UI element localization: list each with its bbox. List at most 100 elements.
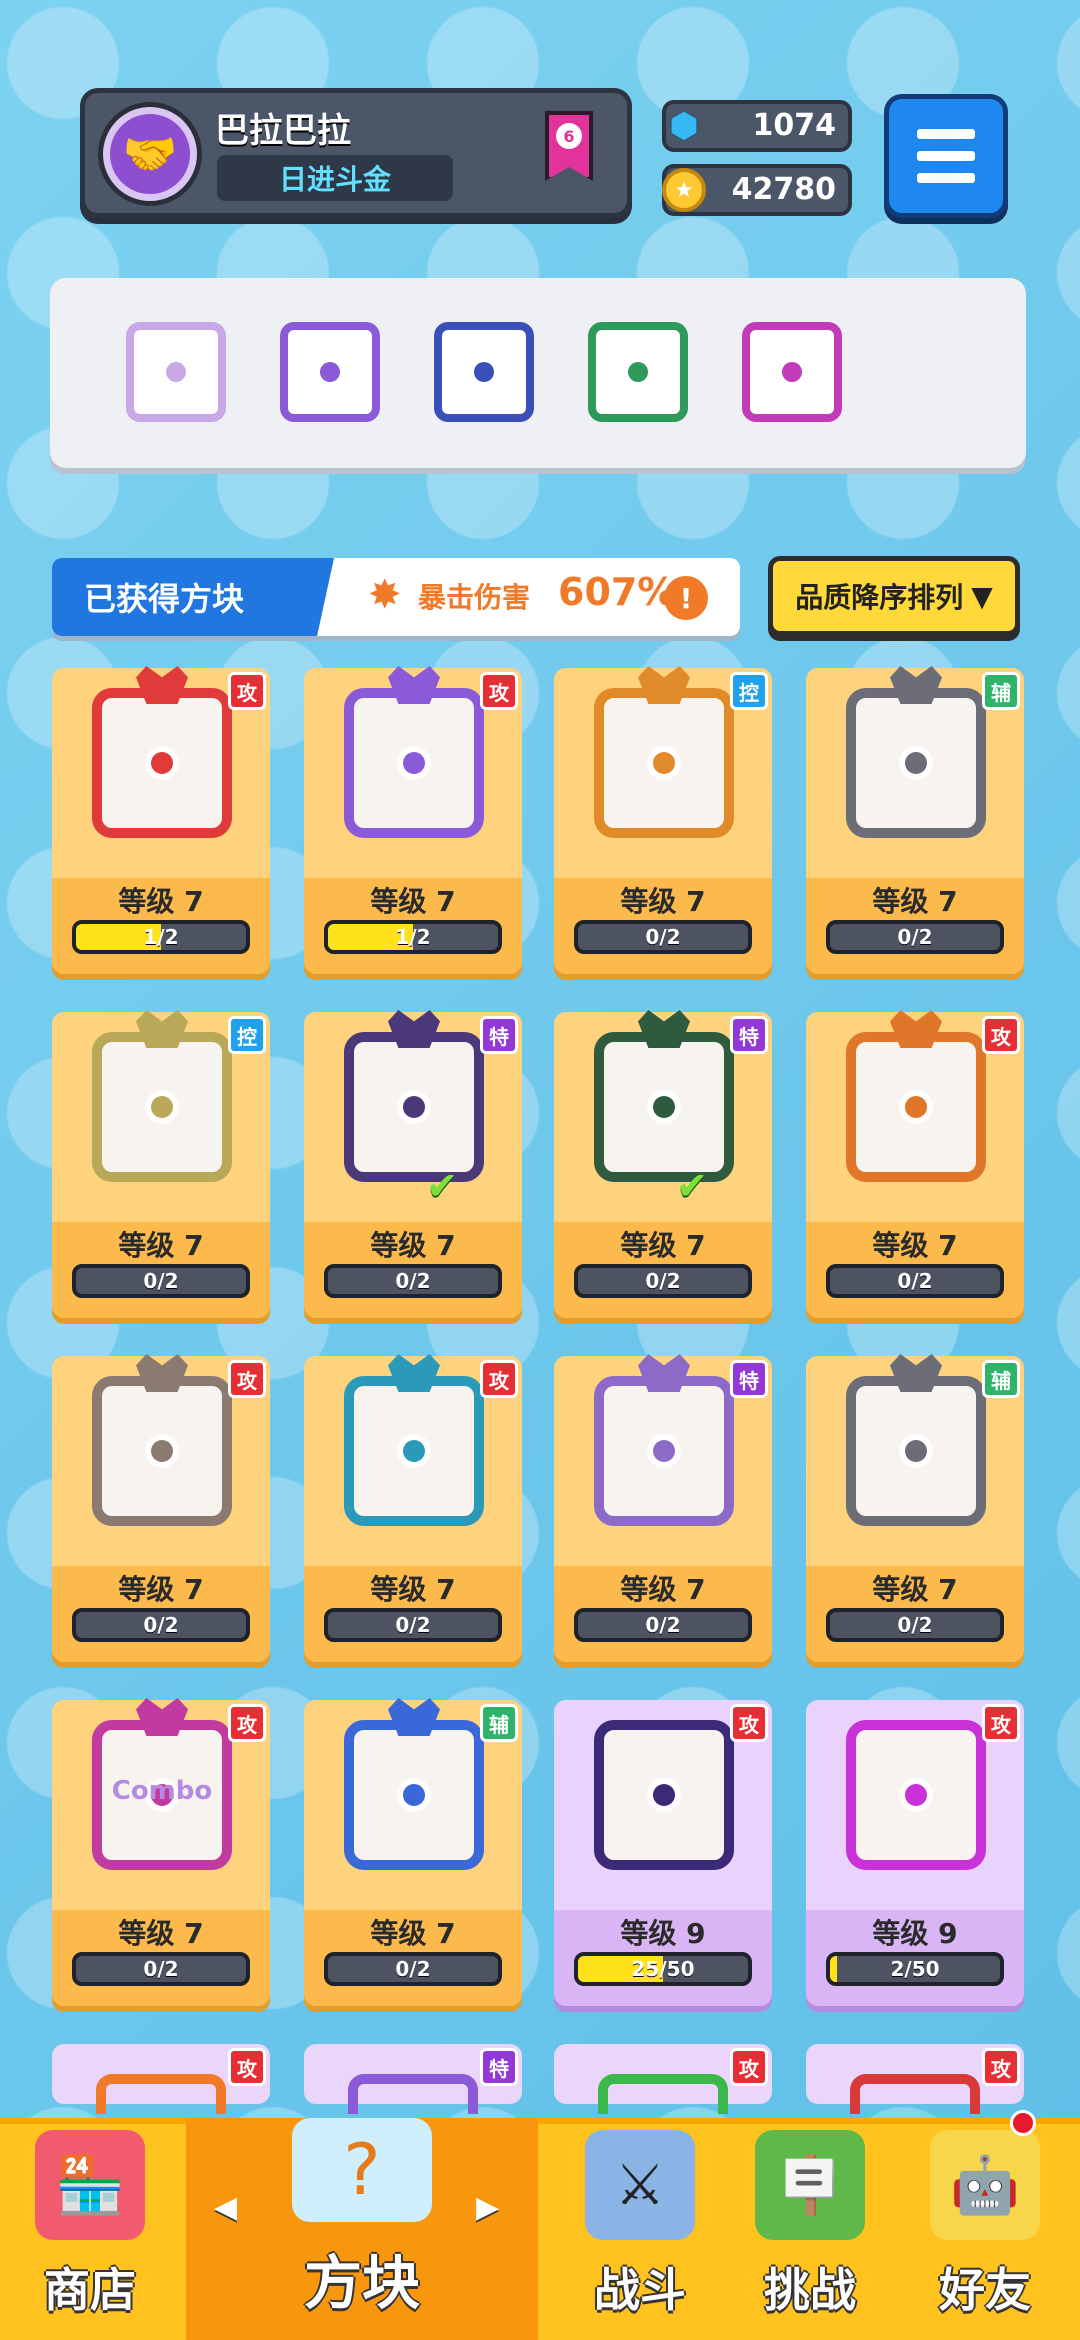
block-card[interactable]: 攻等级 9 2/50 (806, 1700, 1024, 2006)
block-core-icon (905, 1440, 927, 1462)
progress-bar: 25/50 (574, 1952, 752, 1986)
owned-blocks-header: 已获得方块 ✸ 暴击伤害 607% ! (52, 558, 740, 636)
player-title: 日进斗金 (217, 155, 453, 201)
role-tag: 辅 (480, 1704, 518, 1742)
nav-prev-arrow[interactable]: ◀ (214, 2190, 237, 2225)
block-card[interactable]: 辅等级 7 0/2 (806, 1354, 1024, 1662)
card-level: 等级 7 (370, 1229, 456, 1262)
block-core-icon (905, 1784, 927, 1806)
block-core-icon (782, 362, 802, 382)
card-level: 等级 7 (872, 1573, 958, 1606)
role-tag: 特 (730, 1360, 768, 1398)
block-art (594, 1720, 734, 1870)
nav-shop[interactable]: 🏪 商店 (10, 2118, 170, 2340)
block-card[interactable]: 辅等级 7 0/2 (304, 1698, 522, 2006)
mystery-cube-icon: ? (292, 2118, 432, 2222)
card-level: 等级 7 (370, 1573, 456, 1606)
coin-counter[interactable]: ★ 42780 (662, 164, 852, 216)
nav-blocks[interactable]: ? 方块 (186, 2118, 538, 2340)
progress-text: 1/2 (395, 925, 431, 949)
block-core-icon (151, 752, 173, 774)
block-art (594, 1376, 734, 1526)
block-card[interactable]: 攻等级 7 0/2 (304, 1354, 522, 1662)
block-card[interactable]: 特 ✔ 等级 7 0/2 (304, 1010, 522, 1318)
block-core-icon (320, 362, 340, 382)
progress-bar: 0/2 (72, 1952, 250, 1986)
block-art (92, 688, 232, 838)
rank-number: 6 (556, 123, 582, 149)
block-card[interactable]: 攻等级 9 25/50 (554, 1700, 772, 2006)
block-card[interactable]: 特 ✔ 等级 7 0/2 (554, 1010, 772, 1318)
coin-count: 42780 (731, 172, 836, 207)
block-core-icon (403, 1096, 425, 1118)
block-card[interactable]: 攻 (52, 2044, 270, 2114)
block-card[interactable]: 特 (304, 2044, 522, 2114)
block-core-icon (628, 362, 648, 382)
equipped-check-icon: ✔ (676, 1164, 708, 1208)
block-card[interactable]: 攻等级 7 0/2 (806, 1010, 1024, 1318)
nav-battle[interactable]: ⚔ 战斗 (560, 2118, 720, 2340)
block-card[interactable]: 攻等级 7 0/2 (52, 1354, 270, 1662)
block-core-icon (653, 1440, 675, 1462)
block-card[interactable]: 控等级 7 0/2 (52, 1010, 270, 1318)
role-tag: 攻 (982, 1704, 1020, 1742)
robot-friend-icon: 🤖 (930, 2130, 1040, 2240)
block-card[interactable]: 控等级 7 0/2 (554, 666, 772, 974)
block-art (96, 2074, 226, 2114)
deck-slot[interactable] (434, 322, 534, 422)
deck-slot[interactable] (588, 322, 688, 422)
block-art (344, 688, 484, 838)
role-tag: 攻 (228, 1360, 266, 1398)
nav-next-arrow[interactable]: ▶ (476, 2190, 499, 2225)
role-tag: 辅 (982, 672, 1020, 710)
block-card[interactable]: 辅等级 7 0/2 (806, 666, 1024, 974)
nav-battle-label: 战斗 (594, 2263, 686, 2317)
deck-slot[interactable] (742, 322, 842, 422)
progress-bar: 0/2 (324, 1264, 502, 1298)
progress-bar: 0/2 (72, 1264, 250, 1298)
sort-label: 品质降序排列 (795, 581, 964, 614)
progress-bar: 0/2 (826, 1264, 1004, 1298)
block-core-icon (403, 752, 425, 774)
card-level: 等级 7 (118, 1917, 204, 1950)
deck-slot[interactable] (126, 322, 226, 422)
progress-text: 0/2 (143, 1957, 179, 1981)
card-level: 等级 7 (370, 885, 456, 918)
block-card[interactable]: 攻 (806, 2044, 1024, 2114)
block-core-icon (403, 1784, 425, 1806)
role-tag: 攻 (730, 1704, 768, 1742)
block-card[interactable]: 攻等级 7 0/2 Combo (52, 1698, 270, 2006)
equipped-deck-panel (50, 278, 1026, 468)
role-tag: 攻 (228, 1704, 266, 1742)
card-level: 等级 7 (370, 1917, 456, 1950)
card-level: 等级 7 (620, 885, 706, 918)
handshake-icon: 🤝 (122, 129, 178, 180)
block-card[interactable]: 特等级 7 0/2 (554, 1354, 772, 1662)
block-card[interactable]: 攻 (554, 2044, 772, 2114)
avatar[interactable]: 🤝 (103, 107, 197, 201)
progress-bar: 2/50 (826, 1952, 1004, 1986)
card-level: 等级 7 (118, 1229, 204, 1262)
block-card[interactable]: 攻等级 7 1/2 (52, 666, 270, 974)
role-tag: 控 (730, 672, 768, 710)
block-art (594, 688, 734, 838)
nav-friends[interactable]: 🤖 好友 (900, 2118, 1070, 2340)
progress-bar: 0/2 (826, 920, 1004, 954)
info-icon[interactable]: ! (664, 576, 708, 620)
hamburger-menu-icon[interactable] (884, 94, 1008, 218)
progress-text: 0/2 (897, 1613, 933, 1637)
nav-challenge[interactable]: 🪧 挑战 (730, 2118, 890, 2340)
block-art (92, 1032, 232, 1182)
progress-text: 1/2 (143, 925, 179, 949)
progress-bar: 1/2 (72, 920, 250, 954)
sort-dropdown[interactable]: 品质降序排列 ▼ (768, 556, 1020, 636)
gem-counter[interactable]: ⬢ 1074 (662, 100, 852, 152)
block-art (344, 1720, 484, 1870)
block-art (846, 1376, 986, 1526)
player-profile-panel[interactable]: 🤝 巴拉巴拉 日进斗金 6 (80, 88, 632, 218)
sword-shield-icon: ⚔ (585, 2130, 695, 2240)
role-tag: 攻 (480, 672, 518, 710)
block-core-icon (905, 1096, 927, 1118)
block-card[interactable]: 攻等级 7 1/2 (304, 666, 522, 974)
deck-slot[interactable] (280, 322, 380, 422)
